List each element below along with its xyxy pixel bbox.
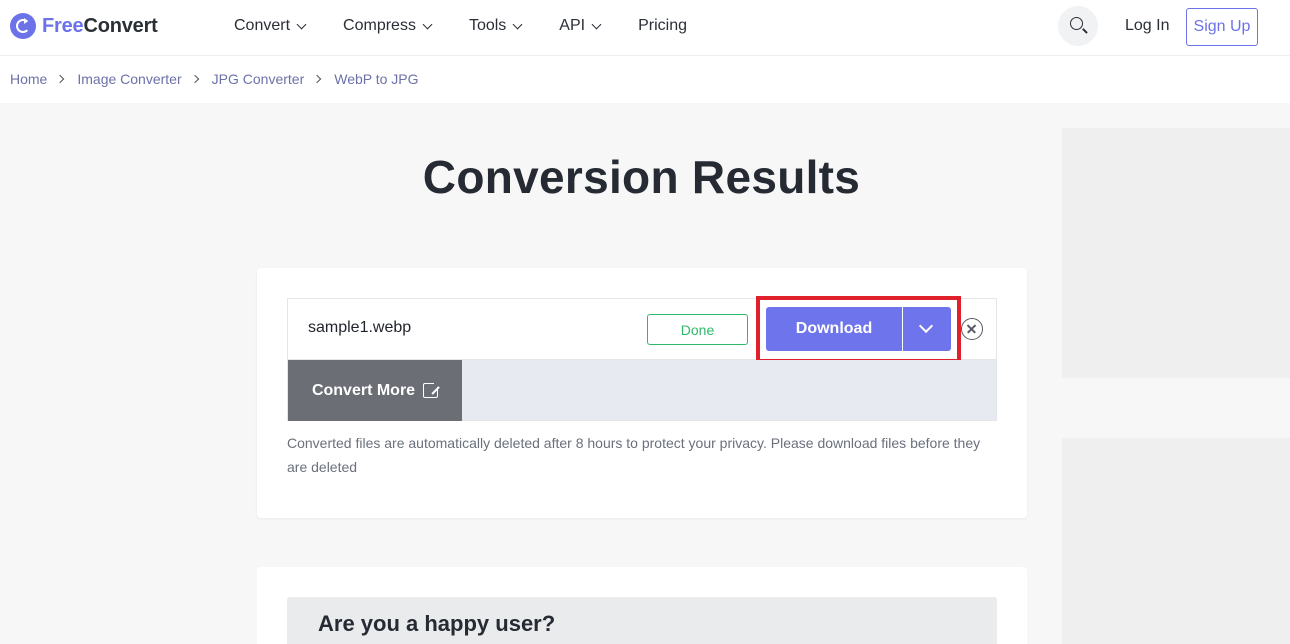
- feedback-card: Are you a happy user?: [257, 567, 1027, 644]
- logo-icon: [10, 13, 36, 39]
- chevron-down-icon: [918, 318, 934, 334]
- breadcrumb-bar: Home Image Converter JPG Converter WebP …: [0, 56, 1290, 103]
- chevron-right-icon: [56, 74, 65, 84]
- chevron-down-icon: [422, 19, 433, 29]
- search-icon: [1070, 17, 1083, 30]
- nav-api-label: API: [559, 17, 586, 34]
- results-card: sample1.webp Done Download Convert More …: [257, 268, 1027, 518]
- status-badge: Done: [647, 314, 748, 345]
- privacy-note: Converted files are automatically delete…: [287, 435, 981, 475]
- ad-placeholder-top: [1062, 128, 1290, 378]
- logo[interactable]: FreeConvert: [10, 13, 158, 39]
- feedback-box: Are you a happy user?: [287, 597, 997, 644]
- breadcrumb: Home Image Converter JPG Converter WebP …: [10, 71, 419, 87]
- main-nav: Convert Compress Tools API Pricing: [234, 0, 725, 52]
- chevron-down-icon: [296, 19, 307, 29]
- download-button[interactable]: Download: [766, 307, 902, 351]
- convert-more-button[interactable]: Convert More: [288, 360, 462, 421]
- nav-convert-label: Convert: [234, 17, 291, 34]
- breadcrumb-home[interactable]: Home: [10, 71, 47, 87]
- convert-more-label: Convert More: [311, 381, 416, 399]
- breadcrumb-image-converter[interactable]: Image Converter: [77, 71, 181, 87]
- nav-api[interactable]: API: [559, 17, 602, 35]
- file-name: sample1.webp: [308, 319, 412, 336]
- login-link[interactable]: Log In: [1125, 17, 1169, 35]
- breadcrumb-current: WebP to JPG: [334, 71, 419, 87]
- top-navbar: FreeConvert Convert Compress Tools API P…: [0, 0, 1290, 56]
- ad-placeholder-bottom: [1062, 438, 1290, 644]
- nav-tools-label: Tools: [468, 17, 507, 34]
- nav-pricing-label: Pricing: [638, 17, 687, 34]
- nav-compress-label: Compress: [343, 17, 416, 34]
- logo-text: FreeConvert: [42, 14, 158, 37]
- remove-file-button[interactable]: [961, 318, 983, 340]
- external-link-icon: [423, 380, 442, 398]
- nav-convert[interactable]: Convert: [234, 17, 307, 35]
- chevron-right-icon: [312, 74, 322, 84]
- nav-tools[interactable]: Tools: [468, 17, 523, 35]
- nav-compress[interactable]: Compress: [343, 17, 433, 35]
- feedback-title: Are you a happy user?: [318, 611, 556, 636]
- signup-button[interactable]: Sign Up: [1186, 8, 1258, 46]
- chevron-down-icon: [512, 19, 523, 29]
- breadcrumb-jpg-converter[interactable]: JPG Converter: [212, 71, 305, 87]
- chevron-right-icon: [190, 74, 199, 84]
- nav-pricing[interactable]: Pricing: [638, 17, 687, 35]
- chevron-down-icon: [591, 19, 602, 29]
- search-button[interactable]: [1058, 6, 1098, 46]
- convert-more-row: Convert More: [287, 360, 997, 421]
- file-row: sample1.webp Done Download: [287, 296, 997, 363]
- download-options-button[interactable]: [903, 307, 951, 351]
